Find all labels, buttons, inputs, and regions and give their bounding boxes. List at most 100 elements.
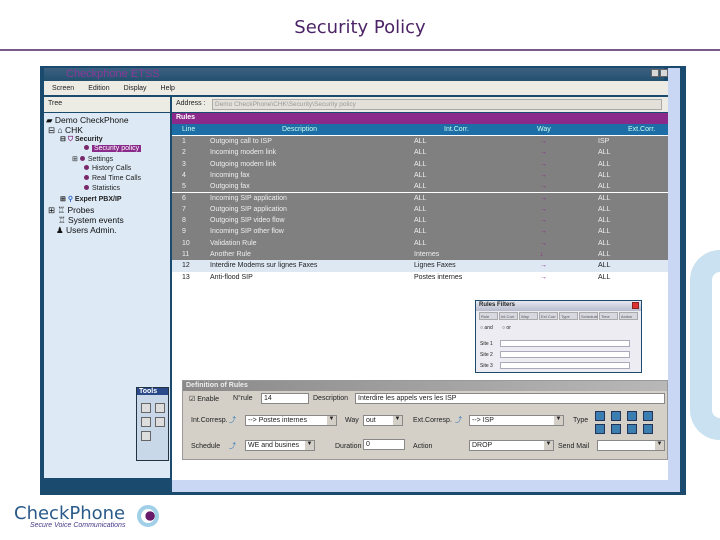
link-icon[interactable]: ⤴ bbox=[229, 441, 236, 451]
type-icon-unknown[interactable] bbox=[611, 424, 621, 434]
tool-add[interactable] bbox=[141, 417, 151, 427]
menu-edition[interactable]: Edition bbox=[88, 85, 109, 92]
logo-name: CheckPhone bbox=[14, 503, 126, 524]
tree-item-label: Real Time Calls bbox=[92, 175, 142, 182]
app-title: Checkphone ETSS bbox=[66, 68, 160, 80]
rule-line: 13 bbox=[182, 273, 190, 281]
tree-item-history[interactable]: History Calls bbox=[84, 165, 131, 172]
tool-edit[interactable] bbox=[141, 431, 151, 441]
slide-title: Security Policy bbox=[294, 17, 426, 38]
ext-corresp-select[interactable]: --> ISP bbox=[469, 415, 564, 426]
filter-tab[interactable]: Time bbox=[599, 312, 618, 320]
filter-tab[interactable]: Int Corr bbox=[499, 312, 518, 320]
tree-security[interactable]: ⊟ ⛉ Security bbox=[60, 135, 103, 144]
rule-row[interactable]: 13 Anti-flood SIP Postes internes → ALL bbox=[172, 271, 668, 283]
rule-row[interactable]: 1 Outgoing call to ISP ALL → ISP bbox=[172, 136, 668, 148]
filter-tab[interactable]: Rule bbox=[479, 312, 498, 320]
rule-ext-corr: ALL bbox=[598, 149, 611, 157]
tree-item-statistics[interactable]: Statistics bbox=[84, 185, 120, 192]
filter-tab[interactable]: Ext Corr bbox=[539, 312, 558, 320]
tool-copy[interactable] bbox=[155, 403, 165, 413]
vertical-scrollbar[interactable] bbox=[668, 68, 680, 480]
address-input[interactable]: Demo CheckPhone\CHK\Security\Security po… bbox=[212, 99, 662, 110]
type-icon-fax[interactable] bbox=[611, 411, 621, 421]
rule-line: 8 bbox=[182, 217, 186, 225]
col-int-corr[interactable]: Int.Corr. bbox=[444, 126, 469, 133]
menu-help[interactable]: Help bbox=[161, 85, 175, 92]
rule-description: Outgoing SIP application bbox=[210, 205, 287, 213]
tree-expert[interactable]: ⊞ ⚲ Expert PBX/IP bbox=[60, 195, 122, 203]
type-icon-video[interactable] bbox=[643, 411, 653, 421]
rule-row[interactable]: 2 Incoming modem link ALL → ALL bbox=[172, 147, 668, 159]
rule-row[interactable]: 12 Interdire Modems sur lignes Faxes Ligne… bbox=[172, 260, 668, 272]
tree-item-realtime[interactable]: Real Time Calls bbox=[84, 175, 141, 182]
site-2-input[interactable] bbox=[500, 351, 630, 358]
rule-row[interactable]: 11 Another Rule Internes ↓ ALL bbox=[172, 249, 668, 261]
tool-list[interactable] bbox=[155, 417, 165, 427]
rule-row[interactable]: 8 Outgoing SIP video flow ALL → ALL bbox=[172, 215, 668, 227]
rule-description: Anti-flood SIP bbox=[210, 273, 253, 281]
type-icon-user[interactable] bbox=[595, 411, 605, 421]
enable-checkbox[interactable]: ☑ Enable bbox=[189, 395, 219, 403]
filter-tab[interactable]: Way bbox=[519, 312, 538, 320]
rule-ext-corr: ALL bbox=[598, 251, 611, 258]
type-icon-screen[interactable] bbox=[595, 424, 605, 434]
rule-description: Outgoing SIP video flow bbox=[210, 217, 285, 225]
site-3-input[interactable] bbox=[500, 362, 630, 369]
rule-row[interactable]: 5 Outgoing fax ALL → ALL bbox=[172, 181, 668, 193]
radio-and[interactable]: ○ and bbox=[480, 325, 493, 331]
site-2-label: Site 2 bbox=[480, 352, 493, 358]
radio-or[interactable]: ○ or bbox=[502, 325, 511, 331]
int-corresp-select[interactable]: --> Postes internes bbox=[245, 415, 337, 426]
action-select[interactable]: DROP bbox=[469, 440, 554, 451]
search-icon: ⚲ bbox=[67, 196, 73, 203]
schedule-select[interactable]: WE and busines bbox=[245, 440, 315, 451]
link-icon[interactable]: ⤴ bbox=[455, 415, 462, 425]
rule-definition-panel: Definition of Rules ☑ Enable N°rule 14 D… bbox=[182, 380, 668, 460]
link-icon[interactable]: ⤴ bbox=[229, 415, 236, 425]
maximize-button[interactable] bbox=[660, 69, 668, 77]
rule-ext-corr: ALL bbox=[598, 194, 611, 202]
rule-int-corr: Lignes Faxes bbox=[414, 262, 456, 270]
send-mail-select[interactable] bbox=[597, 440, 665, 451]
rule-description: Outgoing call to ISP bbox=[210, 138, 272, 145]
rule-row[interactable]: 9 Incoming SIP other flow ALL → ALL bbox=[172, 226, 668, 238]
rules-header: Rules bbox=[172, 113, 668, 124]
rule-row[interactable]: 6 Incoming SIP application ALL → ALL bbox=[172, 192, 668, 204]
menu-display[interactable]: Display bbox=[124, 85, 147, 92]
rule-line: 7 bbox=[182, 205, 186, 213]
col-ext-corr[interactable]: Ext.Corr. bbox=[628, 126, 655, 133]
col-way[interactable]: Way bbox=[537, 126, 551, 133]
rule-row[interactable]: 7 Outgoing SIP application ALL → ALL bbox=[172, 203, 668, 216]
radio-and-label: and bbox=[484, 325, 493, 331]
description-input[interactable]: Interdire les appels vers les ISP bbox=[355, 393, 665, 404]
type-icon-chart[interactable] bbox=[643, 424, 653, 434]
tree-item-settings[interactable]: ⊞ Settings bbox=[72, 155, 113, 163]
type-icon-other[interactable] bbox=[627, 424, 637, 434]
site-1-input[interactable] bbox=[500, 340, 630, 347]
minimize-button[interactable] bbox=[651, 69, 659, 77]
definition-title: Definition of Rules bbox=[183, 381, 667, 391]
title-bar: Checkphone ETSS bbox=[44, 68, 664, 81]
rule-row[interactable]: 4 Incoming fax ALL → ALL bbox=[172, 169, 668, 182]
way-select[interactable]: out bbox=[363, 415, 403, 426]
filter-tab[interactable]: Type bbox=[559, 312, 578, 320]
nrule-stepper[interactable]: 14 bbox=[261, 393, 309, 404]
rule-ext-corr: ALL bbox=[598, 205, 611, 213]
filter-tab[interactable]: Action bbox=[619, 312, 638, 320]
tree-users-admin[interactable]: ♟ Users Admin. bbox=[56, 225, 117, 236]
rule-row[interactable]: 3 Outgoing modem link ALL → ALL bbox=[172, 158, 668, 170]
duration-input[interactable]: 0 bbox=[363, 439, 405, 450]
rule-row[interactable]: 10 Validation Rule ALL → ALL bbox=[172, 237, 668, 249]
logo-tagline: Secure Voice Communications bbox=[30, 522, 126, 529]
tree-item-security-policy[interactable]: Security policy bbox=[84, 145, 142, 152]
col-description[interactable]: Description bbox=[282, 126, 317, 133]
type-icon-modem[interactable] bbox=[627, 411, 637, 421]
tree-users-label: Users Admin. bbox=[65, 225, 117, 235]
menu-screen[interactable]: Screen bbox=[52, 85, 74, 92]
close-icon[interactable] bbox=[632, 302, 639, 309]
tool-select[interactable] bbox=[141, 403, 151, 413]
horizontal-scrollbar[interactable] bbox=[172, 480, 680, 492]
col-line[interactable]: Line bbox=[182, 126, 195, 133]
filter-tab[interactable]: Schedule bbox=[579, 312, 598, 320]
